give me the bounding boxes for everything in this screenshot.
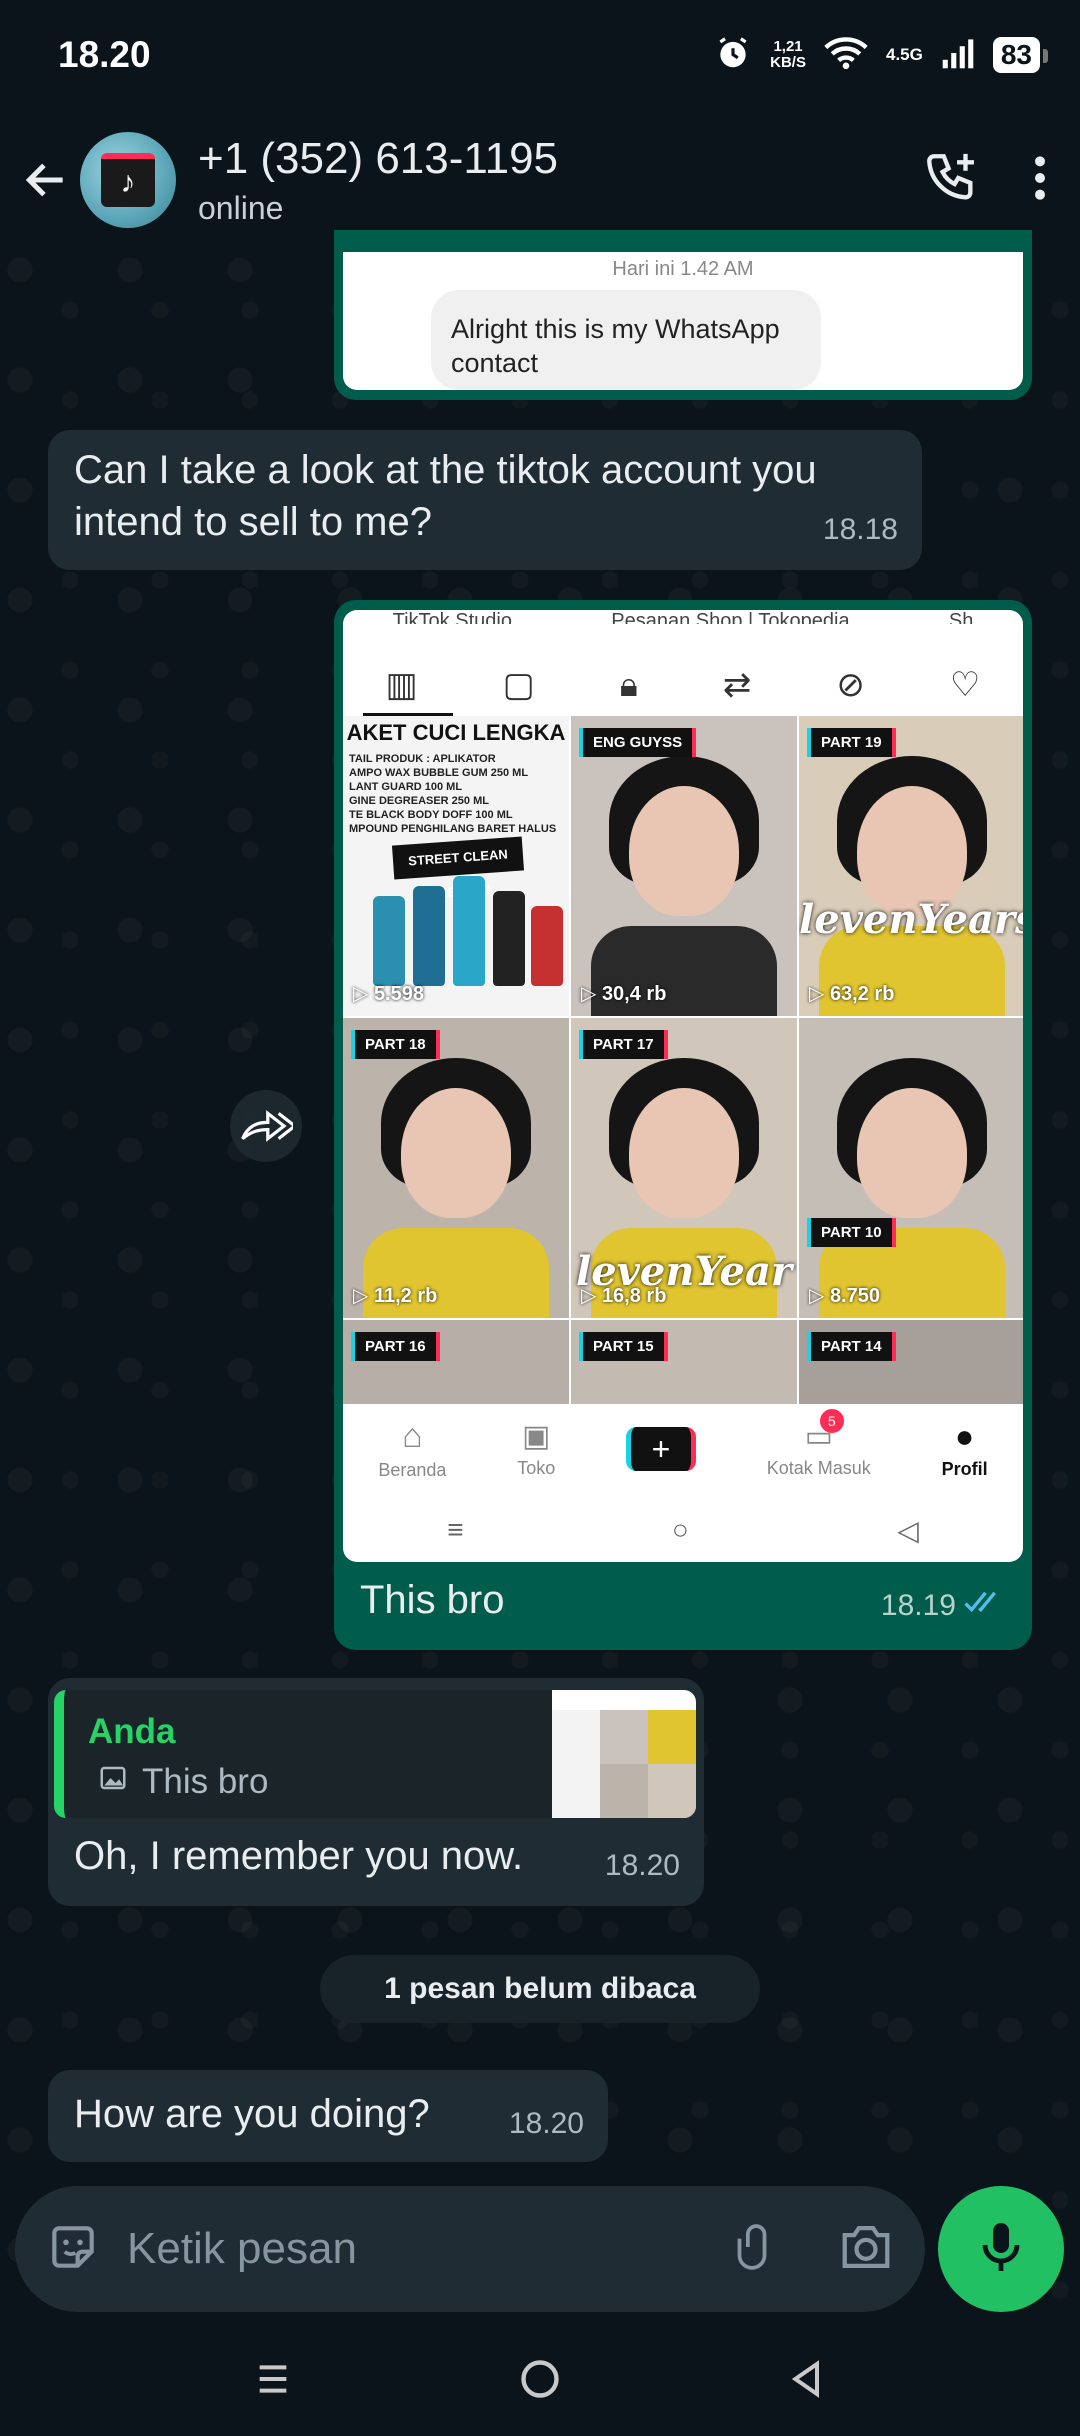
back-icon[interactable] [787,2357,827,2406]
quote-text: This bro [98,1762,268,1802]
message-text: How are you doing? [74,2092,430,2136]
photo-icon [98,1762,128,1802]
repost-icon: ⇄ [722,666,752,704]
shop-icon: ▣ [522,1420,551,1453]
camera-icon[interactable] [837,2221,895,2278]
alarm-icon [714,34,752,77]
message-time: 18.20 [508,2107,584,2140]
add-call-icon[interactable] [922,149,980,212]
video-tile: PART 10 ▷ 8.750 [799,1018,1023,1318]
menu-icon: ≡ [447,1514,464,1545]
video-tile: PART 18 ▷ 11,2 rb [343,1018,569,1318]
read-ticks-icon [964,1576,1010,1628]
message-incoming-1[interactable]: Can I take a look at the tiktok account … [48,430,922,570]
network-type: 4.5G [885,45,923,64]
nav-inbox: ▭ 5 Kotak Masuk [767,1409,871,1479]
nav-home: ⌂ Beranda [378,1417,447,1480]
status-time: 18.20 [58,34,151,75]
tiktok-profile-screenshot[interactable]: TikTok Studio Pesanan Shop | Tokopedia S… [343,610,1023,1562]
message-composer: Ketik pesan [15,2186,925,2312]
video-tile: PART 14 [799,1320,1023,1408]
recent-apps-icon[interactable] [253,2359,293,2404]
inner-date: Hari ini 1.42 AM [612,258,754,280]
message-text: Can I take a look at the tiktok account … [74,448,817,544]
sticker-icon[interactable] [45,2219,101,2280]
video-tile: PART 15 [571,1320,797,1408]
chat-header: ♪ +1 (352) 613-1195 online [0,110,1080,250]
home-circle-icon: ○ [671,1514,689,1545]
network-speed: 1,21 KB/S [770,38,806,71]
profile-tabs: ▥ ▢ 🔒︎ ⇄ ⊘ ♡ [343,650,1023,720]
browser-tabs: TikTok Studio Pesanan Shop | Tokopedia S… [392,610,974,624]
header-actions [922,149,1050,212]
video-tile: levenYears PART 19 ▷ 63,2 rb [799,716,1023,1016]
microphone-icon [977,2219,1025,2280]
message-text: Oh, I remember you now. [74,1834,524,1878]
video-tile: levenYear PART 17 ▷ 16,8 rb [571,1018,797,1318]
system-nav-bar [0,2326,1080,2436]
back-triangle-icon: ◁ [897,1514,919,1546]
message-time: 18.19 [880,1589,956,1622]
inner-message: Alright this is my WhatsApp contact [431,290,821,390]
message-time: 18.20 [604,1849,680,1882]
grid-icon: ▥ [385,666,418,704]
liked-icon: ♡ [949,666,981,704]
more-options-icon[interactable] [1030,153,1050,208]
image-time-overlay: 18.15 [866,344,942,377]
quote-thumbnail [552,1690,696,1818]
home-icon: ⌂ [402,1417,423,1455]
video-tile: PART 16 [343,1320,569,1408]
tiktok-bag-icon: ♪ [101,153,155,207]
image-caption: This bro [360,1578,505,1622]
contact-status: online [198,189,284,226]
message-time: 18.18 [822,513,898,546]
contact-info[interactable]: +1 (352) 613-1195 online [198,134,922,227]
inbox-badge: 5 [819,1409,844,1433]
signal-icon [941,36,975,75]
tiktok-bottom-nav: ⌂ Beranda ▣ Toko + ▭ 5 Kotak Masuk ● Pro… [343,1404,1023,1494]
back-arrow-icon[interactable] [18,152,74,208]
shop-bag-icon: ▢ [502,666,535,704]
battery-level: 83 [992,37,1049,73]
hidden-icon: ⊘ [836,666,865,704]
profile-icon: ● [954,1418,975,1454]
quote-author: Anda [88,1712,176,1751]
unread-divider: 1 pesan belum dibaca [320,1955,760,2023]
contact-name: +1 (352) 613-1195 [198,133,559,183]
screenshot-system-nav: ≡ ○ ◁ [343,1500,1023,1560]
status-bar: 18.20 1,21 KB/S 4.5G 83 [0,0,1080,110]
nav-create: + [626,1427,696,1471]
home-icon[interactable] [518,2357,562,2406]
plus-icon: + [626,1427,696,1471]
voice-record-button[interactable] [938,2186,1064,2312]
wifi-icon [824,34,868,77]
message-incoming-2[interactable]: How are you doing? 18.20 [48,2070,608,2162]
video-tile: AKET CUCI LENGKA TAIL PRODUK : APLIKATOR… [343,716,569,1016]
avatar[interactable]: ♪ [80,132,176,228]
nav-profile: ● Profil [941,1418,988,1479]
video-tile: ENG GUYSS ▷ 30,4 rb [571,716,797,1016]
quoted-message[interactable]: Anda This bro [54,1690,696,1818]
forward-button[interactable] [230,1090,302,1162]
lock-icon: 🔒︎ [619,665,638,704]
attach-icon[interactable] [727,2219,777,2280]
message-input[interactable]: Ketik pesan [127,2224,727,2274]
status-icons: 1,21 KB/S 4.5G 83 [714,34,1049,77]
nav-shop: ▣ Toko [517,1420,556,1478]
video-grid: AKET CUCI LENGKA TAIL PRODUK : APLIKATOR… [343,716,1023,1408]
